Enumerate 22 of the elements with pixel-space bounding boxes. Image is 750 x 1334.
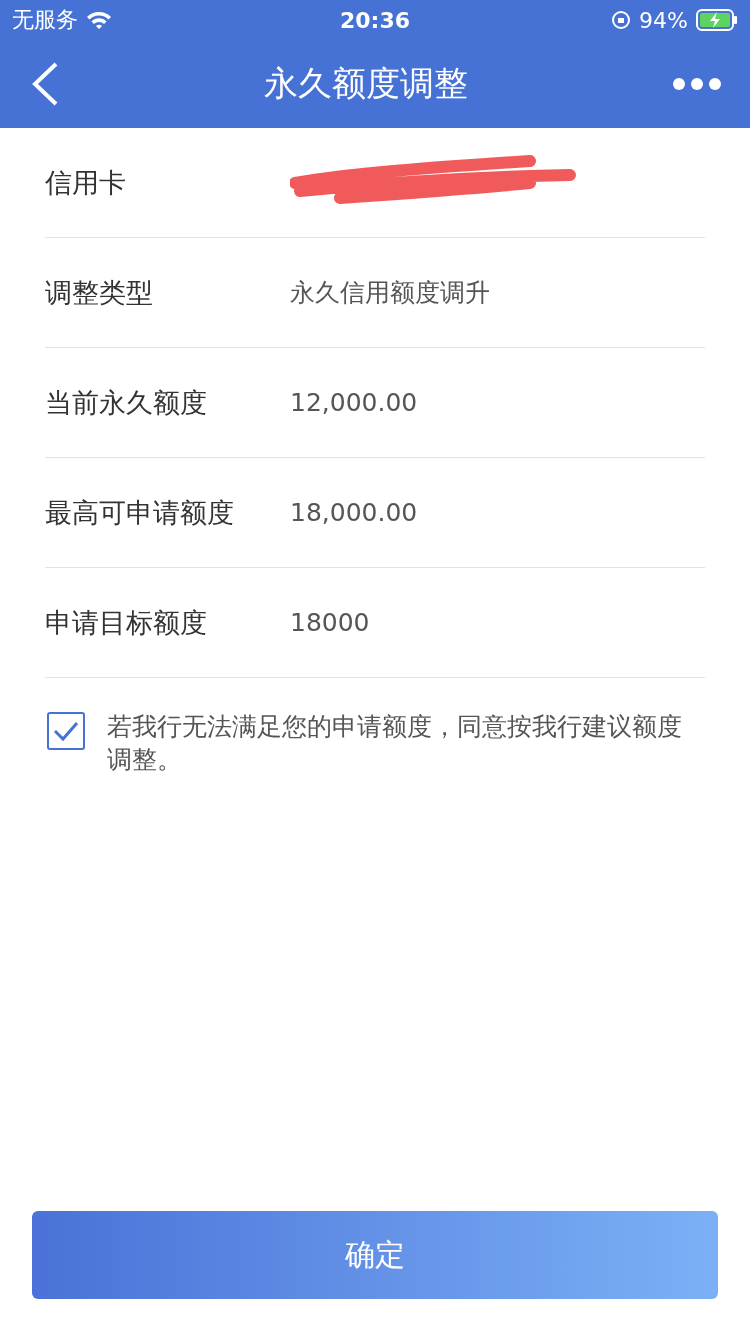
wifi-icon xyxy=(86,10,112,30)
carrier-text: 无服务 xyxy=(12,6,78,34)
checkmark-icon xyxy=(53,720,79,742)
field-label: 申请目标额度 xyxy=(45,605,208,640)
back-icon[interactable] xyxy=(30,61,60,107)
confirm-button[interactable]: 确定 xyxy=(32,1211,718,1299)
more-icon[interactable] xyxy=(672,77,722,91)
field-label: 当前永久额度 xyxy=(45,385,208,420)
page-title: 永久额度调整 xyxy=(264,62,468,105)
agreement-text: 若我行无法满足您的申请额度，同意按我行建议额度调整。 xyxy=(107,711,683,776)
field-value: 18000 xyxy=(290,608,370,637)
field-label: 最高可申请额度 xyxy=(45,495,235,530)
clock-text: 20:36 xyxy=(340,7,410,33)
field-label: 调整类型 xyxy=(45,275,154,310)
battery-charging-icon xyxy=(696,9,738,31)
field-value: 永久信用额度调升 xyxy=(290,277,490,309)
rotation-lock-icon xyxy=(611,10,632,30)
field-value: 12,000.00 xyxy=(290,388,418,417)
field-value: 18,000.00 xyxy=(290,498,418,527)
agree-checkbox[interactable] xyxy=(47,712,85,750)
battery-text: 94% xyxy=(639,7,688,33)
field-label: 信用卡 xyxy=(45,165,127,200)
